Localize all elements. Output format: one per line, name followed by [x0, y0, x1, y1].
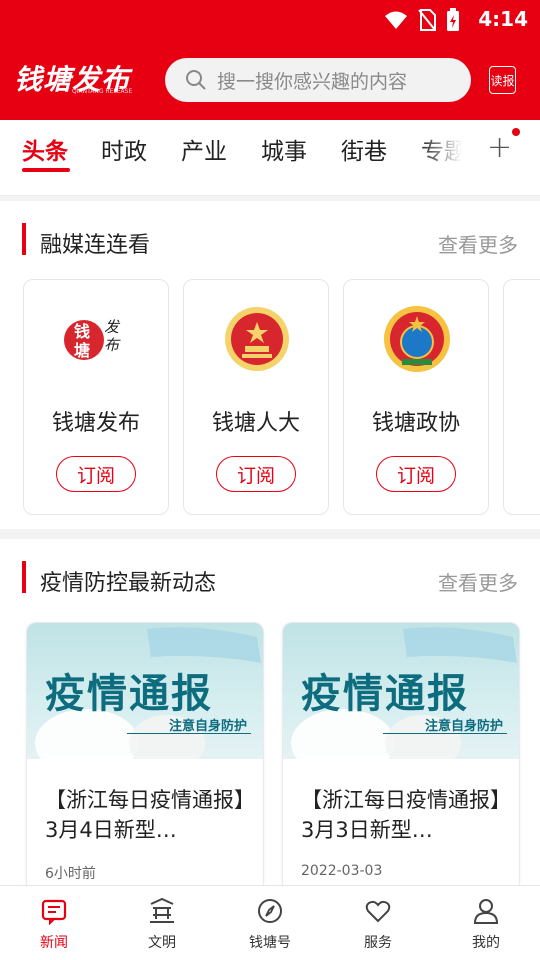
card-name: 钱塘人大 — [211, 411, 300, 436]
svg-text:布: 布 — [104, 336, 121, 354]
news-title: 【浙江每日疫情通报】3月3日新型… — [301, 788, 501, 842]
media-card[interactable]: 钱塘政协 订阅 — [343, 279, 489, 515]
news-card[interactable]: 疫情通报 注意自身防护 【浙江每日疫情通报】3月4日新型… 6小时前 — [26, 622, 264, 892]
status-icons — [384, 8, 460, 32]
read-newspaper-button[interactable]: 读报 — [489, 66, 516, 94]
news-image-rule — [127, 733, 251, 734]
user-icon — [473, 899, 499, 924]
banner-strip — [0, 176, 540, 196]
nav-label: 新闻 — [40, 935, 68, 951]
nav-civilization[interactable]: 文明 — [122, 896, 202, 952]
tab-fade — [420, 120, 480, 176]
compass-icon — [258, 899, 282, 923]
tab-headlines[interactable]: 头条 — [22, 132, 68, 166]
news-image-subtitle: 注意自身防护 — [424, 719, 503, 734]
no-sim-icon — [418, 9, 436, 31]
bottom-navigation: 新闻 文明 钱塘号 服务 我的 — [0, 885, 540, 960]
national-emblem-icon — [220, 302, 294, 376]
view-more-link[interactable]: 查看更多 — [438, 229, 518, 258]
view-more-link[interactable]: 查看更多 — [438, 567, 518, 596]
news-image-subtitle: 注意自身防护 — [168, 719, 247, 734]
news-image: 疫情通报 注意自身防护 — [283, 623, 519, 759]
nav-service[interactable]: 服务 — [338, 896, 418, 952]
tab-politics[interactable]: 时政 — [101, 132, 147, 166]
status-bar: 4:14 — [0, 0, 540, 40]
subscribe-button[interactable]: 订阅 — [56, 456, 136, 492]
section-marker — [22, 561, 26, 593]
nav-label: 文明 — [148, 935, 176, 951]
news-card[interactable]: 疫情通报 注意自身防护 【浙江每日疫情通报】3月3日新型… 2022-03-03 — [282, 622, 520, 892]
nav-label: 服务 — [364, 935, 392, 951]
search-bar[interactable]: 搜一搜你感兴趣的内容 — [165, 58, 471, 102]
media-card[interactable]: 钱塘人大 订阅 — [183, 279, 329, 515]
subscribe-button[interactable]: 订阅 — [216, 456, 296, 492]
subscribe-button[interactable]: 订阅 — [376, 456, 456, 492]
tab-city[interactable]: 城事 — [261, 132, 307, 166]
section-marker — [22, 223, 26, 255]
search-icon — [186, 70, 206, 90]
battery-icon — [447, 8, 459, 31]
media-card[interactable]: 钱 塘 发 布 钱塘发布 订阅 — [23, 279, 169, 515]
news-icon — [41, 899, 67, 925]
qiantang-release-logo: 钱 塘 发 布 — [60, 302, 134, 376]
news-time: 2022-03-03 — [301, 863, 383, 879]
card-name: 钱塘政协 — [371, 411, 460, 436]
wifi-icon — [385, 11, 407, 29]
cppcc-emblem-icon — [380, 302, 454, 376]
nav-news[interactable]: 新闻 — [14, 896, 94, 952]
news-image-title: 疫情通报 — [45, 670, 213, 717]
news-time: 6小时前 — [45, 866, 96, 882]
news-image: 疫情通报 注意自身防护 — [27, 623, 263, 759]
card-name: 钱塘发布 — [51, 411, 140, 436]
active-tab-indicator — [22, 168, 70, 172]
app-logo-subtitle: QIANTANG RELEASE — [72, 88, 133, 95]
add-channel-icon[interactable]: + — [487, 130, 512, 165]
category-tabs: 头条 时政 产业 城事 街巷 专题 + — [0, 120, 540, 176]
news-image-rule — [383, 733, 507, 734]
notification-dot — [512, 128, 520, 136]
app-header: 钱塘发布 QIANTANG RELEASE 搜一搜你感兴趣的内容 读报 — [0, 40, 540, 120]
heart-icon — [365, 900, 391, 923]
search-placeholder: 搜一搜你感兴趣的内容 — [217, 70, 408, 93]
news-image-title: 疫情通报 — [301, 670, 469, 717]
section-title: 疫情防控最新动态 — [40, 571, 217, 596]
tab-streets[interactable]: 街巷 — [341, 132, 387, 166]
civilization-icon — [150, 897, 174, 923]
clock: 4:14 — [478, 7, 528, 31]
media-card-partial[interactable] — [503, 279, 540, 515]
nav-profile[interactable]: 我的 — [446, 896, 526, 952]
nav-label: 我的 — [472, 935, 500, 951]
svg-text:发: 发 — [104, 318, 121, 336]
tab-industry[interactable]: 产业 — [181, 132, 227, 166]
nav-label: 钱塘号 — [249, 935, 291, 951]
section-title: 融媒连连看 — [40, 233, 151, 258]
nav-qiantang-hao[interactable]: 钱塘号 — [230, 896, 310, 952]
news-title: 【浙江每日疫情通报】3月4日新型… — [45, 788, 245, 842]
svg-text:钱: 钱 — [74, 322, 90, 341]
svg-text:塘: 塘 — [74, 341, 90, 360]
